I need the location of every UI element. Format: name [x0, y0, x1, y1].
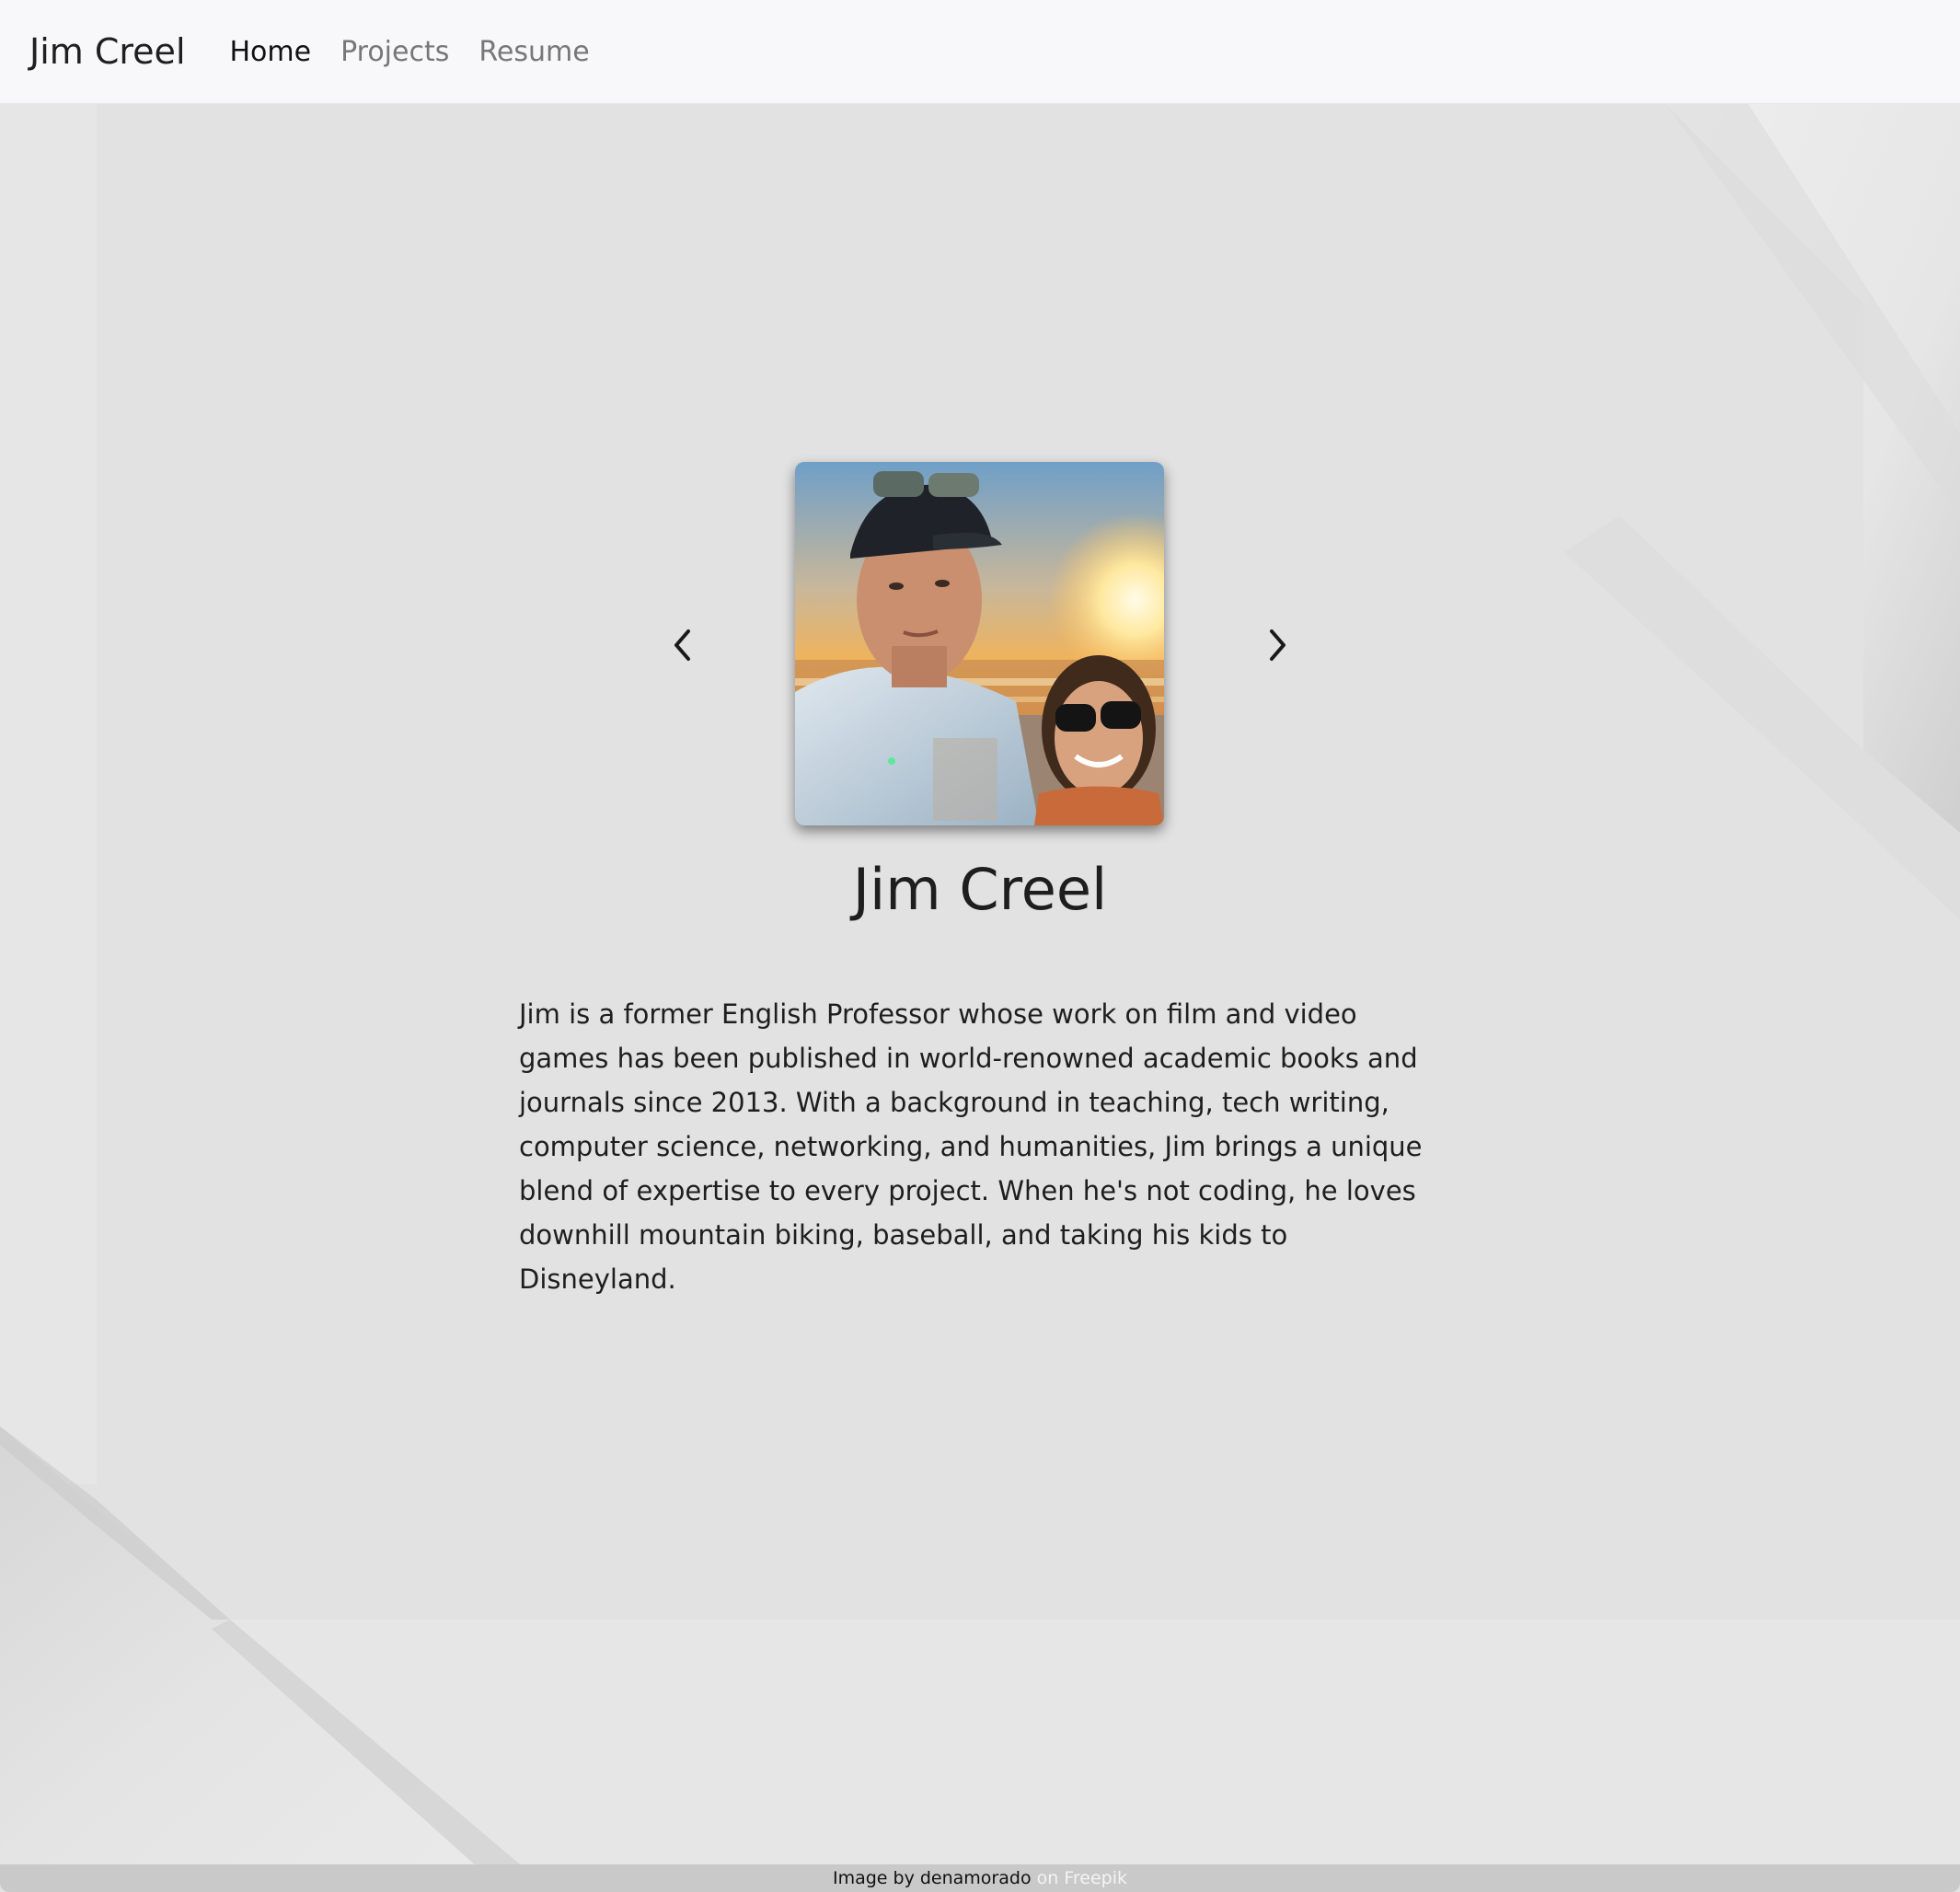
chevron-right-icon — [1270, 629, 1286, 661]
credit-prefix: Image by denamorado — [832, 1868, 1032, 1888]
freepik-link[interactable]: Freepik — [1064, 1868, 1127, 1888]
brand-link[interactable]: Jim Creel — [29, 31, 186, 72]
chevron-left-icon — [674, 629, 690, 661]
profile-bio: Jim is a former English Professor whose … — [519, 998, 1423, 1295]
nav-link-home[interactable]: Home — [230, 36, 312, 68]
top-navbar: Jim Creel Home Projects Resume — [0, 0, 1960, 104]
carousel-next-button[interactable] — [1259, 624, 1296, 666]
nav-link-projects[interactable]: Projects — [340, 36, 449, 68]
photo-carousel — [0, 462, 1960, 827]
nav-link-resume[interactable]: Resume — [478, 36, 589, 68]
profile-photo — [795, 462, 1164, 825]
image-credit-footer: Image by denamorado on Freepik — [0, 1864, 1960, 1892]
profile-name: Jim Creel — [852, 856, 1108, 923]
page: Jim Creel Home Projects Resume Jim Creel… — [0, 0, 1960, 1892]
background-decoration — [0, 0, 1960, 1892]
credit-on: on — [1036, 1868, 1059, 1888]
nav-links: Home Projects Resume — [230, 36, 590, 68]
carousel-prev-button[interactable] — [664, 624, 701, 666]
